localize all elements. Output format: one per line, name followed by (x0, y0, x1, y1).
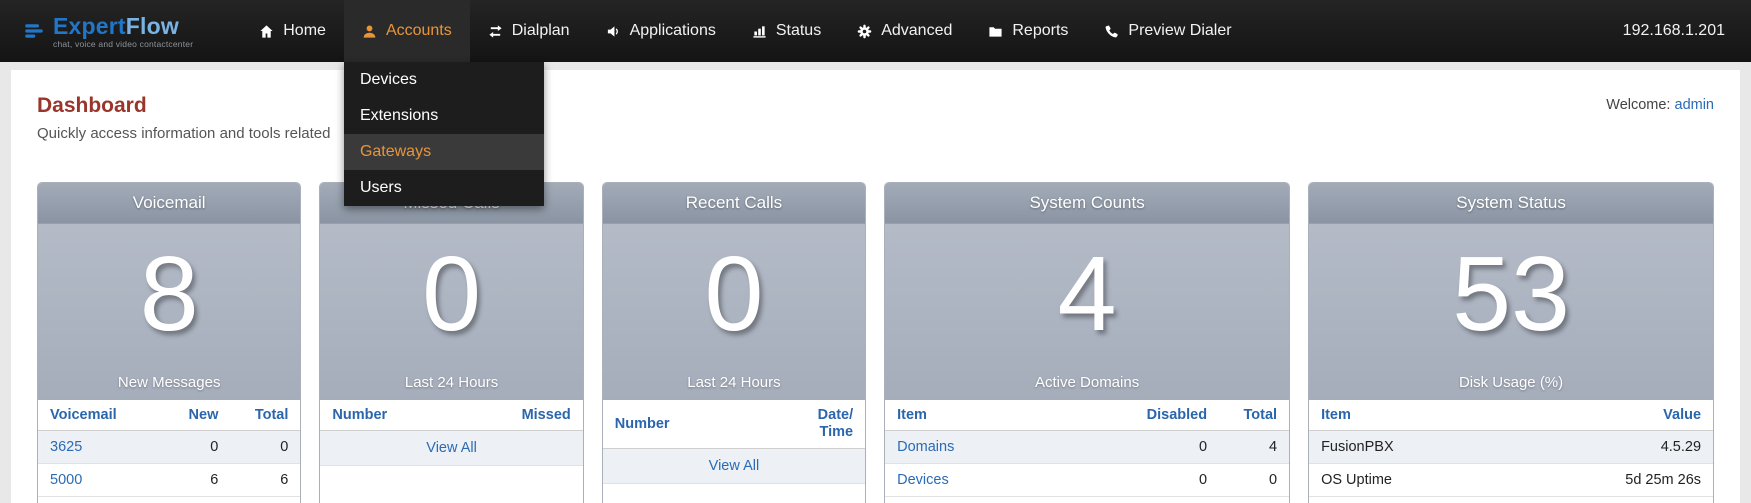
welcome-text: Welcome: admin (1606, 97, 1714, 113)
brand-tagline: chat, voice and video contactcenter (53, 39, 193, 49)
page-header: Dashboard Quickly access information and… (37, 94, 1714, 142)
nav-item-advanced[interactable]: Advanced (839, 0, 970, 62)
card-recent-calls: Recent Calls 0 Last 24 Hours Number Date… (602, 182, 866, 503)
card-title: System Status (1309, 183, 1713, 224)
card-hud: 53 Disk Usage (%) (1309, 224, 1713, 400)
nav-item-applications[interactable]: Applications (588, 0, 734, 62)
card-title: Voicemail (38, 183, 300, 224)
voicemail-box-link[interactable]: 3625 (50, 439, 82, 455)
megaphone-icon (606, 24, 621, 39)
voicemail-table: Voicemail New Total 3625 0 0 5000 6 6 (38, 400, 300, 497)
card-system-status: System Status 53 Disk Usage (%) Item Val… (1308, 182, 1714, 503)
nav-item-accounts[interactable]: Accounts Devices Extensions Gateways Use… (344, 0, 470, 62)
accounts-dropdown: Devices Extensions Gateways Users (344, 62, 544, 206)
table-row: OS Uptime 5d 25m 26s (1309, 464, 1713, 497)
table-row: 5000 6 6 (38, 464, 300, 497)
card-value: 4 (885, 224, 1289, 364)
server-ip: 192.168.1.201 (1623, 0, 1751, 62)
recent-calls-table: Number Date/ Time View All (603, 400, 865, 484)
card-voicemail: Voicemail 8 New Messages Voicemail New T… (37, 182, 301, 503)
page-title: Dashboard (37, 94, 330, 118)
phone-icon (1104, 24, 1119, 39)
table-row: Devices 0 0 (885, 464, 1289, 497)
card-caption: Active Domains (885, 364, 1289, 400)
voicemail-box-link[interactable]: 5000 (50, 472, 82, 488)
top-navbar: ExpertFlow chat, voice and video contact… (0, 0, 1751, 62)
card-caption: Disk Usage (%) (1309, 364, 1713, 400)
table-row: 3625 0 0 (38, 431, 300, 464)
card-value: 8 (38, 224, 300, 364)
system-status-table: Item Value FusionPBX 4.5.29 OS Uptime 5d… (1309, 400, 1713, 497)
content-area: Dashboard Quickly access information and… (11, 70, 1740, 503)
dashboard-cards: Voicemail 8 New Messages Voicemail New T… (37, 182, 1714, 503)
menu-item-devices[interactable]: Devices (344, 62, 544, 98)
card-system-counts: System Counts 4 Active Domains Item Disa… (884, 182, 1290, 503)
brand-icon (24, 21, 44, 41)
card-value: 53 (1309, 224, 1713, 364)
card-missed-calls: Missed Calls 0 Last 24 Hours Number Miss… (319, 182, 583, 503)
menu-item-users[interactable]: Users (344, 170, 544, 206)
devices-link[interactable]: Devices (897, 472, 949, 488)
user-icon (362, 24, 377, 39)
card-title: System Counts (885, 183, 1289, 224)
gear-icon (857, 24, 872, 39)
card-hud: 0 Last 24 Hours (603, 224, 865, 400)
home-icon (259, 24, 274, 39)
view-all-link[interactable]: View All (426, 440, 477, 456)
nav-item-status[interactable]: Status (734, 0, 839, 62)
system-counts-table: Item Disabled Total Domains 0 4 Devices … (885, 400, 1289, 497)
page-subtitle: Quickly access information and tools rel… (37, 125, 330, 142)
welcome-user-link[interactable]: admin (1675, 97, 1715, 113)
card-caption: Last 24 Hours (320, 364, 582, 400)
card-hud: 0 Last 24 Hours (320, 224, 582, 400)
table-row: Domains 0 4 (885, 431, 1289, 464)
brand-logo[interactable]: ExpertFlow chat, voice and video contact… (0, 0, 213, 62)
card-value: 0 (603, 224, 865, 364)
nav-item-home[interactable]: Home (241, 0, 344, 62)
nav-item-preview-dialer[interactable]: Preview Dialer (1086, 0, 1249, 62)
table-row: View All (320, 431, 582, 466)
menu-item-extensions[interactable]: Extensions (344, 98, 544, 134)
nav-item-reports[interactable]: Reports (970, 0, 1086, 62)
card-title: Recent Calls (603, 183, 865, 224)
card-hud: 8 New Messages (38, 224, 300, 400)
card-caption: Last 24 Hours (603, 364, 865, 400)
main-menu: Home Accounts Devices Extensions Gateway… (241, 0, 1249, 62)
nav-item-dialplan[interactable]: Dialplan (470, 0, 588, 62)
card-caption: New Messages (38, 364, 300, 400)
view-all-link[interactable]: View All (709, 458, 760, 474)
folder-icon (988, 24, 1003, 39)
brand-name: ExpertFlow (53, 14, 193, 38)
swap-arrows-icon (488, 24, 503, 39)
bar-chart-icon (752, 24, 767, 39)
domains-link[interactable]: Domains (897, 439, 954, 455)
card-value: 0 (320, 224, 582, 364)
table-row: FusionPBX 4.5.29 (1309, 431, 1713, 464)
table-row: View All (603, 449, 865, 484)
card-hud: 4 Active Domains (885, 224, 1289, 400)
missed-calls-table: Number Missed View All (320, 400, 582, 466)
menu-item-gateways[interactable]: Gateways (344, 134, 544, 170)
